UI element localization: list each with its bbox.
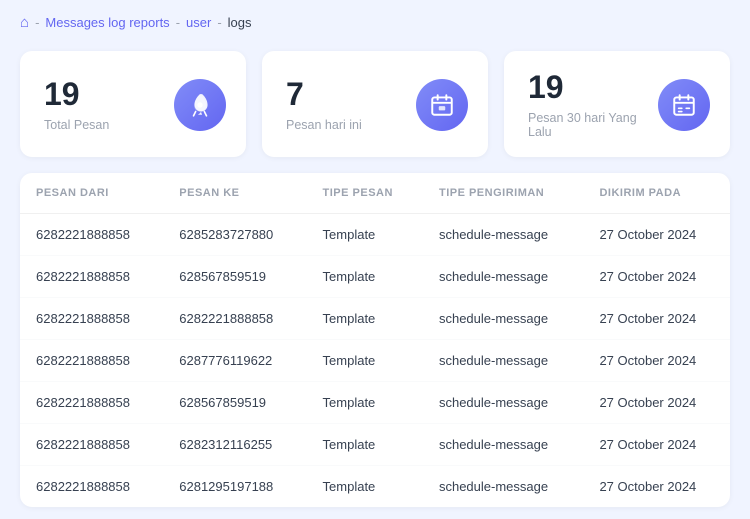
table-row: 62822218888586287776119622Templateschedu… <box>20 340 730 382</box>
breadcrumb-sep-3: - <box>217 15 221 30</box>
stat-info-30days: 19 Pesan 30 hari Yang Lalu <box>528 71 658 139</box>
stat-icon-rocket <box>174 79 226 131</box>
cell-pesan-dari: 6282221888858 <box>20 340 163 382</box>
cell-dikirim-pada: 27 October 2024 <box>583 382 730 424</box>
stats-section: 19 Total Pesan 7 Pesan hari ini <box>0 41 750 173</box>
cell-tipe-pesan: Template <box>307 424 423 466</box>
stat-number-total: 19 <box>44 78 109 110</box>
cell-pesan-ke: 628567859519 <box>163 256 306 298</box>
cell-pesan-dari: 6282221888858 <box>20 214 163 256</box>
col-header-dikirim-pada: DIKIRIM PADA <box>583 173 730 214</box>
cell-tipe-pengiriman: schedule-message <box>423 382 583 424</box>
stat-label-30days: Pesan 30 hari Yang Lalu <box>528 111 658 139</box>
stat-number-30days: 19 <box>528 71 658 103</box>
cell-pesan-ke: 6282221888858 <box>163 298 306 340</box>
cell-pesan-dari: 6282221888858 <box>20 256 163 298</box>
messages-table: PESAN DARI PESAN KE TIPE PESAN TIPE PENG… <box>20 173 730 507</box>
table-row: 62822218888586285283727880Templateschedu… <box>20 214 730 256</box>
breadcrumb-current: logs <box>228 15 252 30</box>
stat-card-30days: 19 Pesan 30 hari Yang Lalu <box>504 51 730 157</box>
stat-label-today: Pesan hari ini <box>286 118 362 132</box>
cell-tipe-pesan: Template <box>307 298 423 340</box>
stat-info-today: 7 Pesan hari ini <box>286 78 362 132</box>
cell-pesan-ke: 6287776119622 <box>163 340 306 382</box>
cell-tipe-pesan: Template <box>307 466 423 508</box>
stat-card-total: 19 Total Pesan <box>20 51 246 157</box>
breadcrumb-link-messages[interactable]: Messages log reports <box>45 15 169 30</box>
home-icon[interactable]: ⌂ <box>20 14 29 31</box>
stat-number-today: 7 <box>286 78 362 110</box>
cell-tipe-pengiriman: schedule-message <box>423 466 583 508</box>
table-row: 6282221888858628567859519Templateschedul… <box>20 382 730 424</box>
table-row: 62822218888586282221888858Templateschedu… <box>20 298 730 340</box>
table-header-row: PESAN DARI PESAN KE TIPE PESAN TIPE PENG… <box>20 173 730 214</box>
cell-pesan-dari: 6282221888858 <box>20 298 163 340</box>
cell-tipe-pesan: Template <box>307 214 423 256</box>
breadcrumb-link-user[interactable]: user <box>186 15 211 30</box>
stat-icon-calendar-today <box>416 79 468 131</box>
cell-pesan-ke: 6282312116255 <box>163 424 306 466</box>
cell-tipe-pengiriman: schedule-message <box>423 298 583 340</box>
cell-tipe-pesan: Template <box>307 340 423 382</box>
table-row: 62822218888586282312116255Templateschedu… <box>20 424 730 466</box>
cell-tipe-pesan: Template <box>307 256 423 298</box>
table-row: 6282221888858628567859519Templateschedul… <box>20 256 730 298</box>
cell-pesan-dari: 6282221888858 <box>20 424 163 466</box>
table-section: PESAN DARI PESAN KE TIPE PESAN TIPE PENG… <box>20 173 730 507</box>
cell-pesan-dari: 6282221888858 <box>20 466 163 508</box>
cell-dikirim-pada: 27 October 2024 <box>583 466 730 508</box>
cell-dikirim-pada: 27 October 2024 <box>583 256 730 298</box>
table-row: 62822218888586281295197188Templateschedu… <box>20 466 730 508</box>
stat-card-today: 7 Pesan hari ini <box>262 51 488 157</box>
cell-pesan-ke: 628567859519 <box>163 382 306 424</box>
cell-dikirim-pada: 27 October 2024 <box>583 298 730 340</box>
cell-pesan-ke: 6285283727880 <box>163 214 306 256</box>
cell-pesan-dari: 6282221888858 <box>20 382 163 424</box>
stat-info-total: 19 Total Pesan <box>44 78 109 132</box>
col-header-tipe-pesan: TIPE PESAN <box>307 173 423 214</box>
col-header-pesan-dari: PESAN DARI <box>20 173 163 214</box>
cell-tipe-pengiriman: schedule-message <box>423 214 583 256</box>
stat-icon-calendar-30 <box>658 79 710 131</box>
cell-pesan-ke: 6281295197188 <box>163 466 306 508</box>
col-header-pesan-ke: PESAN KE <box>163 173 306 214</box>
breadcrumb-sep-1: - <box>35 15 39 30</box>
cell-tipe-pengiriman: schedule-message <box>423 256 583 298</box>
cell-tipe-pengiriman: schedule-message <box>423 424 583 466</box>
stat-label-total: Total Pesan <box>44 118 109 132</box>
cell-dikirim-pada: 27 October 2024 <box>583 340 730 382</box>
cell-tipe-pesan: Template <box>307 382 423 424</box>
breadcrumb-sep-2: - <box>176 15 180 30</box>
cell-dikirim-pada: 27 October 2024 <box>583 214 730 256</box>
cell-dikirim-pada: 27 October 2024 <box>583 424 730 466</box>
cell-tipe-pengiriman: schedule-message <box>423 340 583 382</box>
col-header-tipe-pengiriman: TIPE PENGIRIMAN <box>423 173 583 214</box>
breadcrumb: ⌂ - Messages log reports - user - logs <box>0 0 750 41</box>
